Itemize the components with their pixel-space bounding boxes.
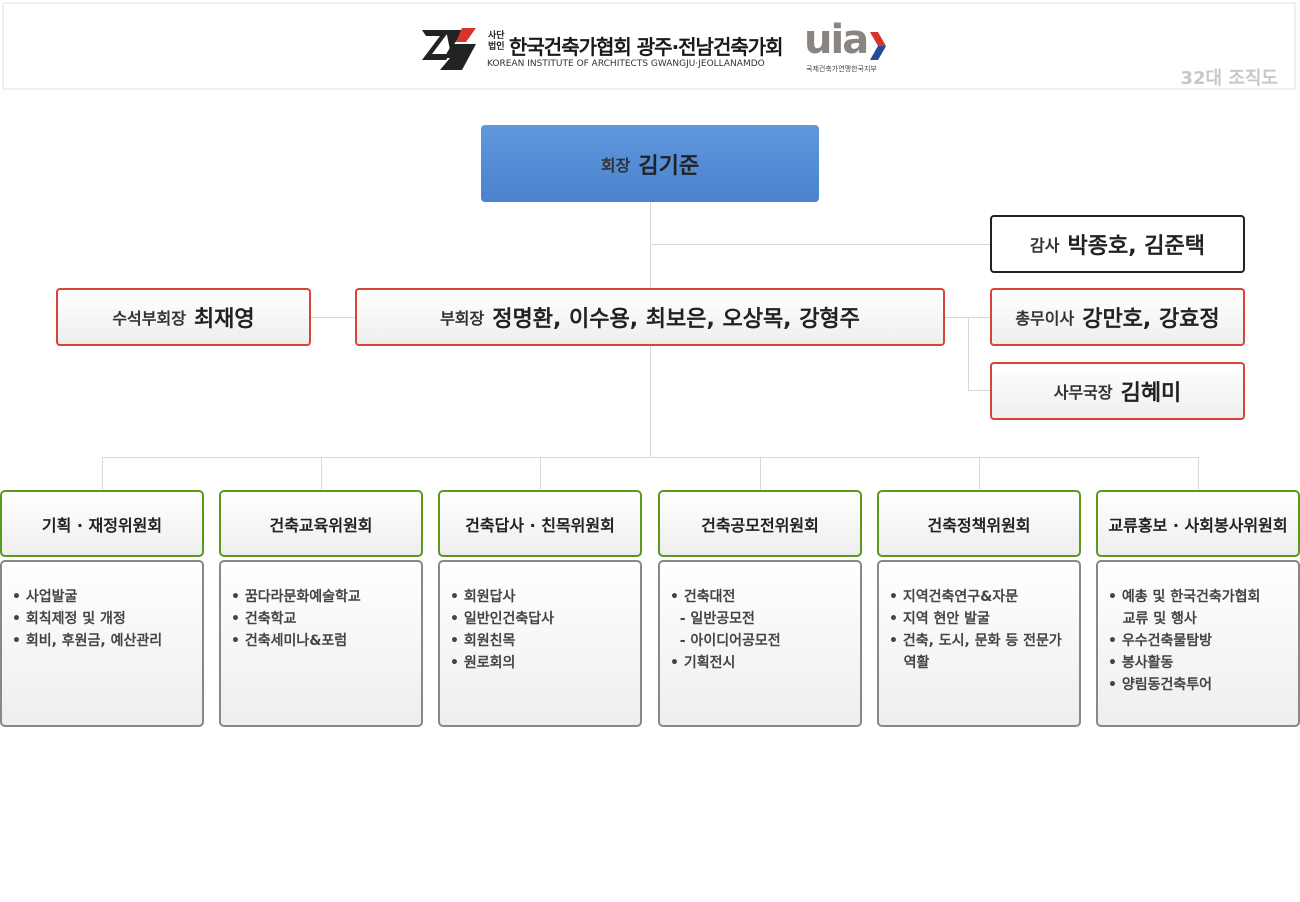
committee-competition-duties: • 건축대전 - 일반공모전 - 아이디어공모전 • 기획전시 <box>658 560 862 727</box>
duty-item: • 일반인건축답사 <box>450 611 554 627</box>
secretary-general-label: 사무국장 <box>1053 383 1113 402</box>
duty-item: • 우수건축물탐방 <box>1108 633 1212 649</box>
senior-vice-president-box: 수석부회장 최재영 <box>56 288 311 346</box>
committee-tour-fellowship-duties: • 회원답사 • 일반인건축답사 • 회원친목 • 원로회의 <box>438 560 642 727</box>
duty-item: • 원로회의 <box>450 655 516 671</box>
secretary-general-box: 사무국장 김혜미 <box>990 362 1245 420</box>
committee-planning-finance-duties: • 사업발굴 • 회칙제정 및 개정 • 회비, 후원금, 예산관리 <box>0 560 204 727</box>
duty-item: - 일반공모전 <box>670 611 755 627</box>
duty-item: • 회원답사 <box>450 589 516 605</box>
duty-item: • 꿈다라문화예술학교 <box>231 589 361 605</box>
committee-policy: 건축정책위원회 <box>877 490 1081 557</box>
duty-item: • 양림동건축투어 <box>1108 677 1212 693</box>
committee-tour-fellowship: 건축답사 · 친목위원회 <box>438 490 642 557</box>
duty-item: • 건축대전 <box>670 589 736 605</box>
president-name: 김기준 <box>638 153 700 179</box>
vice-presidents-label: 부회장 <box>440 309 485 328</box>
duty-item: • 건축학교 <box>231 611 297 627</box>
duty-item: 역활 <box>889 655 930 671</box>
committee-education: 건축교육위원회 <box>219 490 423 557</box>
duty-item: • 사업발굴 <box>12 589 78 605</box>
general-affairs-label: 총무이사 <box>1015 309 1075 328</box>
committee-exchange-service: 교류홍보 · 사회봉사위원회 <box>1096 490 1300 557</box>
duty-item: • 건축세미나&포럼 <box>231 633 348 649</box>
general-affairs-box: 총무이사 강만호, 강효정 <box>990 288 1245 346</box>
duty-item: • 회칙제정 및 개정 <box>12 611 126 627</box>
duty-item: • 지역건축연구&자문 <box>889 589 1019 605</box>
duty-item: • 예총 및 한국건축가협회 <box>1108 589 1261 605</box>
president-box: 회장 김기준 <box>481 125 819 202</box>
duty-item: • 회원친목 <box>450 633 516 649</box>
duty-item: • 회비, 후원금, 예산관리 <box>12 633 163 649</box>
secretary-general-name: 김혜미 <box>1120 381 1182 406</box>
vice-presidents-names: 정명환, 이수용, 최보은, 오상목, 강형주 <box>492 307 860 332</box>
duty-item: • 건축, 도시, 문화 등 전문가 <box>889 633 1062 649</box>
duty-item: • 기획전시 <box>670 655 736 671</box>
vice-presidents-box: 부회장 정명환, 이수용, 최보은, 오상목, 강형주 <box>355 288 945 346</box>
committee-planning-finance: 기획 · 재정위원회 <box>0 490 204 557</box>
committee-policy-duties: • 지역건축연구&자문 • 지역 현안 발굴 • 건축, 도시, 문화 등 전문… <box>877 560 1081 727</box>
senior-vice-president-label: 수석부회장 <box>112 309 186 328</box>
committee-competition: 건축공모전위원회 <box>658 490 862 557</box>
committee-education-duties: • 꿈다라문화예술학교 • 건축학교 • 건축세미나&포럼 <box>219 560 423 727</box>
duty-item: 교류 및 행사 <box>1108 611 1197 627</box>
auditor-name: 박종호, 김준택 <box>1067 234 1205 259</box>
auditor-label: 감사 <box>1030 236 1060 255</box>
duty-item: • 지역 현안 발굴 <box>889 611 990 627</box>
duty-item: • 봉사활동 <box>1108 655 1174 671</box>
general-affairs-names: 강만호, 강효정 <box>1082 307 1220 332</box>
senior-vice-president-name: 최재영 <box>193 307 255 332</box>
committee-exchange-service-duties: • 예총 및 한국건축가협회 교류 및 행사 • 우수건축물탐방 • 봉사활동 … <box>1096 560 1300 727</box>
auditor-box: 감사 박종호, 김준택 <box>990 215 1245 273</box>
president-label: 회장 <box>600 155 631 175</box>
duty-item: - 아이디어공모전 <box>670 633 781 649</box>
